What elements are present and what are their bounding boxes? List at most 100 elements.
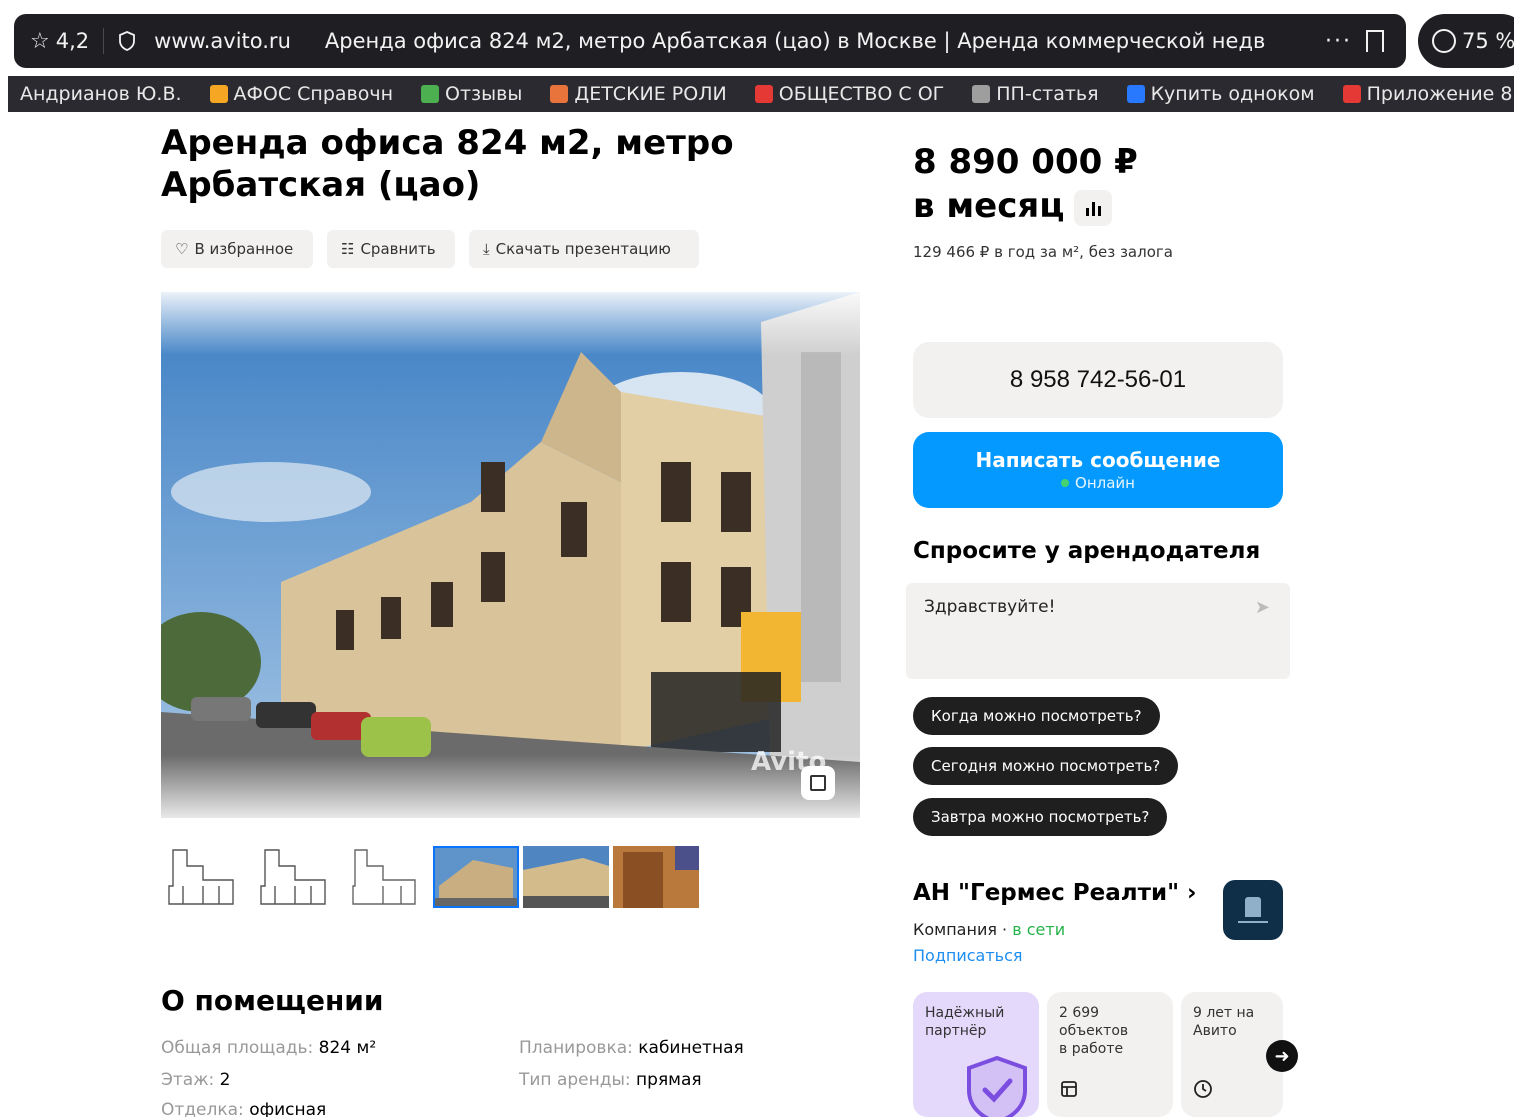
spec-layout: Планировка: кабинетная	[519, 1038, 744, 1058]
bookmark-favicon-icon	[972, 85, 991, 103]
address-bar[interactable]: ☆ 4,2 www.avito.ru Аренда офиса 824 м2, …	[14, 14, 1406, 68]
thumbnail-strip	[163, 846, 699, 908]
card-text: Надёжный партнёр	[925, 1005, 1005, 1039]
thumbnail-floorplan-3[interactable]	[343, 846, 429, 908]
ask-message-field[interactable]: Здравствуйте! ➤	[906, 583, 1290, 679]
compare-icon: ☷	[341, 240, 355, 258]
bookmark-favicon-icon	[754, 85, 773, 103]
bookmark-favicon-icon	[1126, 85, 1145, 103]
online-dot-icon	[1061, 479, 1070, 487]
bookmark-label: Андрианов Ю.В.	[20, 83, 182, 105]
write-message-label: Написать сообщение	[975, 448, 1221, 472]
download-icon: ⤓	[483, 240, 490, 258]
thumbnail-photo-2[interactable]	[523, 846, 609, 908]
zoom-control[interactable]: 75 %	[1418, 14, 1514, 68]
bookmark-favicon-icon	[421, 85, 440, 103]
site-rating: 4,2	[55, 29, 90, 53]
ask-message-value[interactable]: Здравствуйте!	[924, 597, 1055, 617]
main-photo[interactable]: Avito	[161, 292, 860, 818]
shield-icon[interactable]	[118, 31, 136, 51]
objects-in-work-card[interactable]: 2 699 объектов в работе	[1047, 992, 1173, 1117]
agency-type-label: Компания ·	[913, 920, 1013, 939]
verified-shield-icon	[967, 1055, 1027, 1117]
agency-online-status: в сети	[1012, 920, 1066, 939]
star-icon[interactable]: ☆	[30, 29, 50, 54]
show-phone-button[interactable]: 8 958 742-56-01	[913, 342, 1283, 418]
thumbnail-photo-1[interactable]	[433, 846, 519, 908]
price-history-icon[interactable]	[1074, 189, 1113, 226]
bookmark-item[interactable]: Купить одноком	[1126, 83, 1315, 105]
browser-chrome: ☆ 4,2 www.avito.ru Аренда офиса 824 м2, …	[0, 0, 1514, 112]
bookmark-item[interactable]: АФОС Справочн	[209, 83, 394, 105]
spec-floor: Этаж: 2	[161, 1070, 230, 1090]
quick-question-chip[interactable]: Сегодня можно посмотреть?	[913, 747, 1179, 785]
spec-value: офисная	[249, 1100, 327, 1117]
bookmark-item[interactable]: Андрианов Ю.В.	[20, 83, 182, 105]
building-icon	[1061, 1081, 1077, 1097]
clock-icon	[1194, 1080, 1212, 1098]
online-label: Онлайн	[1075, 474, 1135, 492]
bookmark-favicon-icon	[209, 85, 228, 103]
spec-value: 824 м²	[318, 1038, 377, 1058]
agency-name-link[interactable]: АН "Гермес Реалти" ›	[913, 880, 1197, 906]
online-status: Онлайн	[1061, 474, 1135, 492]
bookmark-label: Купить одноком	[1150, 83, 1315, 105]
fullscreen-button[interactable]	[801, 766, 835, 800]
bookmark-item[interactable]: ДЕТСКИЕ РОЛИ	[550, 83, 727, 105]
quick-question-chip[interactable]: Когда можно посмотреть?	[913, 697, 1160, 735]
subscribe-link[interactable]: Подписаться	[913, 946, 1023, 965]
quick-question-chip[interactable]: Завтра можно посмотреть?	[913, 798, 1168, 836]
bookmark-icon[interactable]	[1366, 30, 1384, 52]
favorite-button[interactable]: ♡ В избранное	[161, 230, 313, 268]
next-arrow-icon[interactable]: ➜	[1266, 1040, 1298, 1072]
divider	[103, 28, 105, 54]
bookmark-label: ПП-статья	[996, 83, 1099, 105]
chat-icon	[1432, 29, 1456, 53]
thumbnail-photo-3[interactable]	[613, 846, 699, 908]
tab-page-title: Аренда офиса 824 м2, метро Арбатская (ца…	[324, 29, 1265, 53]
price-period: в месяц	[913, 186, 1065, 226]
download-label: Скачать презентацию	[495, 240, 671, 258]
heart-icon: ♡	[175, 240, 189, 258]
compare-button[interactable]: ☷ Сравнить	[327, 230, 455, 268]
bookmark-item[interactable]: Приложение 8. С	[1342, 83, 1514, 105]
spec-finish: Отделка: офисная	[161, 1100, 326, 1117]
more-icon[interactable]: ···	[1325, 29, 1352, 54]
bookmark-item[interactable]: ПП-статья	[972, 83, 1099, 105]
price-amount: 8 890 000 ₽	[913, 142, 1138, 182]
spec-key: Этаж:	[161, 1070, 220, 1090]
spec-value: прямая	[636, 1070, 702, 1090]
download-presentation-button[interactable]: ⤓ Скачать презентацию	[469, 230, 699, 268]
bookmark-label: Отзывы	[445, 83, 523, 105]
send-icon[interactable]: ➤	[1255, 597, 1270, 618]
zoom-level: 75 %	[1462, 29, 1514, 53]
bookmark-favicon-icon	[1342, 85, 1361, 103]
thumbnail-floorplan-2[interactable]	[253, 846, 339, 908]
bookmark-item[interactable]: Отзывы	[421, 83, 522, 105]
price-block: 8 890 000 ₽ в месяц	[913, 140, 1138, 228]
ask-heading: Спросите у арендодателя	[913, 538, 1261, 564]
bookmark-item[interactable]: ОБЩЕСТВО С ОГ	[754, 83, 945, 105]
compare-label: Сравнить	[360, 240, 436, 258]
bookmark-label: АФОС Справочн	[233, 83, 394, 105]
card-text: 9 лет на Авито	[1193, 1005, 1255, 1039]
write-message-button[interactable]: Написать сообщение Онлайн	[913, 432, 1283, 508]
spec-key: Тип аренды:	[519, 1070, 637, 1090]
about-heading: О помещении	[161, 984, 384, 1017]
spec-value: кабинетная	[638, 1038, 744, 1058]
url-domain[interactable]: www.avito.ru	[154, 29, 291, 53]
spec-rent-type: Тип аренды: прямая	[519, 1070, 702, 1090]
price-per-meter: 129 466 ₽ в год за м², без залога	[913, 243, 1173, 261]
reliable-partner-card[interactable]: Надёжный партнёр	[913, 992, 1039, 1117]
expand-icon	[810, 775, 826, 791]
agency-logo-line	[1238, 921, 1268, 923]
agency-logo[interactable]	[1223, 880, 1283, 940]
card-text: 2 699 объектов в работе	[1059, 1005, 1129, 1057]
spec-value: 2	[219, 1070, 231, 1090]
bookmark-label: ДЕТСКИЕ РОЛИ	[574, 83, 727, 105]
thumbnail-floorplan-1[interactable]	[163, 846, 249, 908]
bookmark-label: ОБЩЕСТВО С ОГ	[778, 83, 945, 105]
listing-actions: ♡ В избранное ☷ Сравнить ⤓ Скачать презе…	[161, 230, 699, 268]
spec-key: Общая площадь:	[161, 1038, 319, 1058]
spec-key: Планировка:	[519, 1038, 639, 1058]
